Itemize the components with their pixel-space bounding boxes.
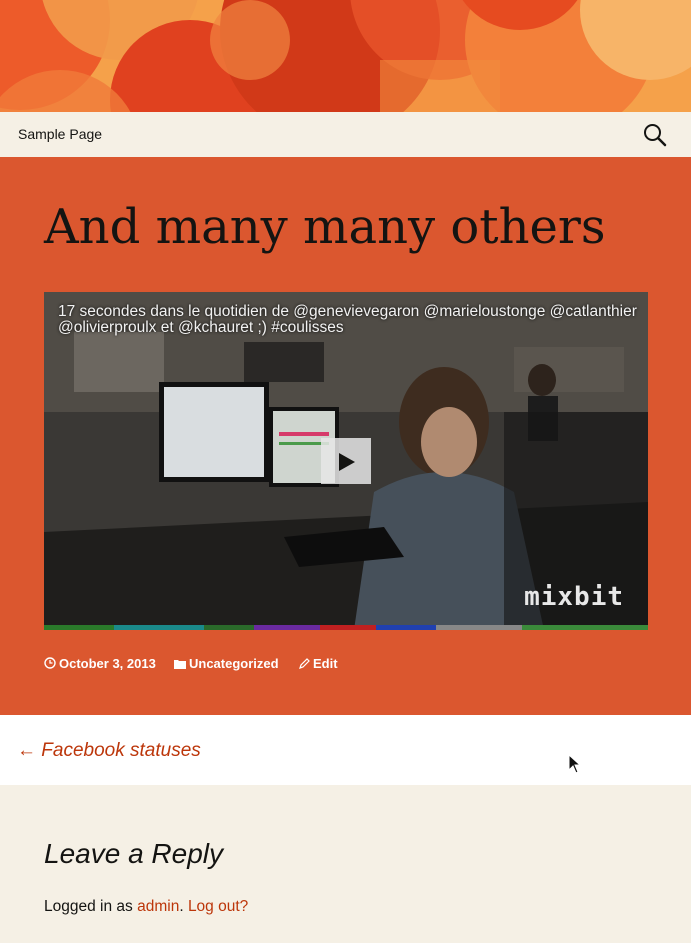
progress-segment (254, 625, 320, 630)
video-brand-logo: mixbit (524, 582, 624, 612)
video-player[interactable]: 17 secondes dans le quotidien de @genevi… (44, 292, 648, 630)
reply-title: Leave a Reply (44, 838, 224, 869)
post-date-link[interactable]: October 3, 2013 (44, 656, 156, 672)
logged-in-prefix: Logged in as (44, 898, 133, 915)
logout-link[interactable]: Log out? (188, 898, 248, 915)
category-link[interactable]: Uncategorized (174, 656, 279, 672)
post-date: October 3, 2013 (59, 656, 156, 671)
pencil-icon (299, 657, 310, 672)
edit-label: Edit (313, 656, 338, 671)
arrow-left-icon: ← (17, 740, 36, 761)
period: . (179, 898, 184, 915)
post-title: And many many others (44, 199, 606, 255)
video-progress-bar[interactable] (44, 625, 648, 630)
progress-segment (44, 625, 114, 630)
previous-post-title: Facebook statuses (41, 740, 201, 761)
progress-segment (204, 625, 254, 630)
header-banner (0, 0, 691, 112)
post-category: Uncategorized (189, 656, 279, 671)
logged-in-as: Logged in as admin. Log out? (44, 898, 248, 916)
progress-segment (320, 625, 376, 630)
search-icon[interactable] (643, 123, 667, 147)
post-article: And many many others 17 secondes dans le… (0, 157, 691, 715)
admin-profile-link[interactable]: admin (137, 898, 179, 915)
play-icon (339, 453, 355, 471)
post-navigation: ← Facebook statuses (0, 715, 691, 785)
progress-segment (436, 625, 522, 630)
main-navigation: Sample Page (0, 112, 691, 157)
banner-graphic (0, 0, 691, 112)
progress-segment (114, 625, 204, 630)
progress-segment (522, 625, 648, 630)
play-button[interactable] (321, 438, 371, 484)
clock-icon (44, 657, 56, 672)
comments-section: Leave a Reply Logged in as admin. Log ou… (0, 785, 691, 943)
previous-post-link[interactable]: ← Facebook statuses (17, 740, 201, 762)
video-caption: 17 secondes dans le quotidien de @genevi… (58, 303, 637, 336)
nav-item-sample-page[interactable]: Sample Page (18, 126, 102, 142)
folder-icon (174, 657, 186, 672)
mouse-cursor-icon (568, 753, 582, 779)
progress-segment (376, 625, 436, 630)
edit-link[interactable]: Edit (299, 656, 338, 672)
